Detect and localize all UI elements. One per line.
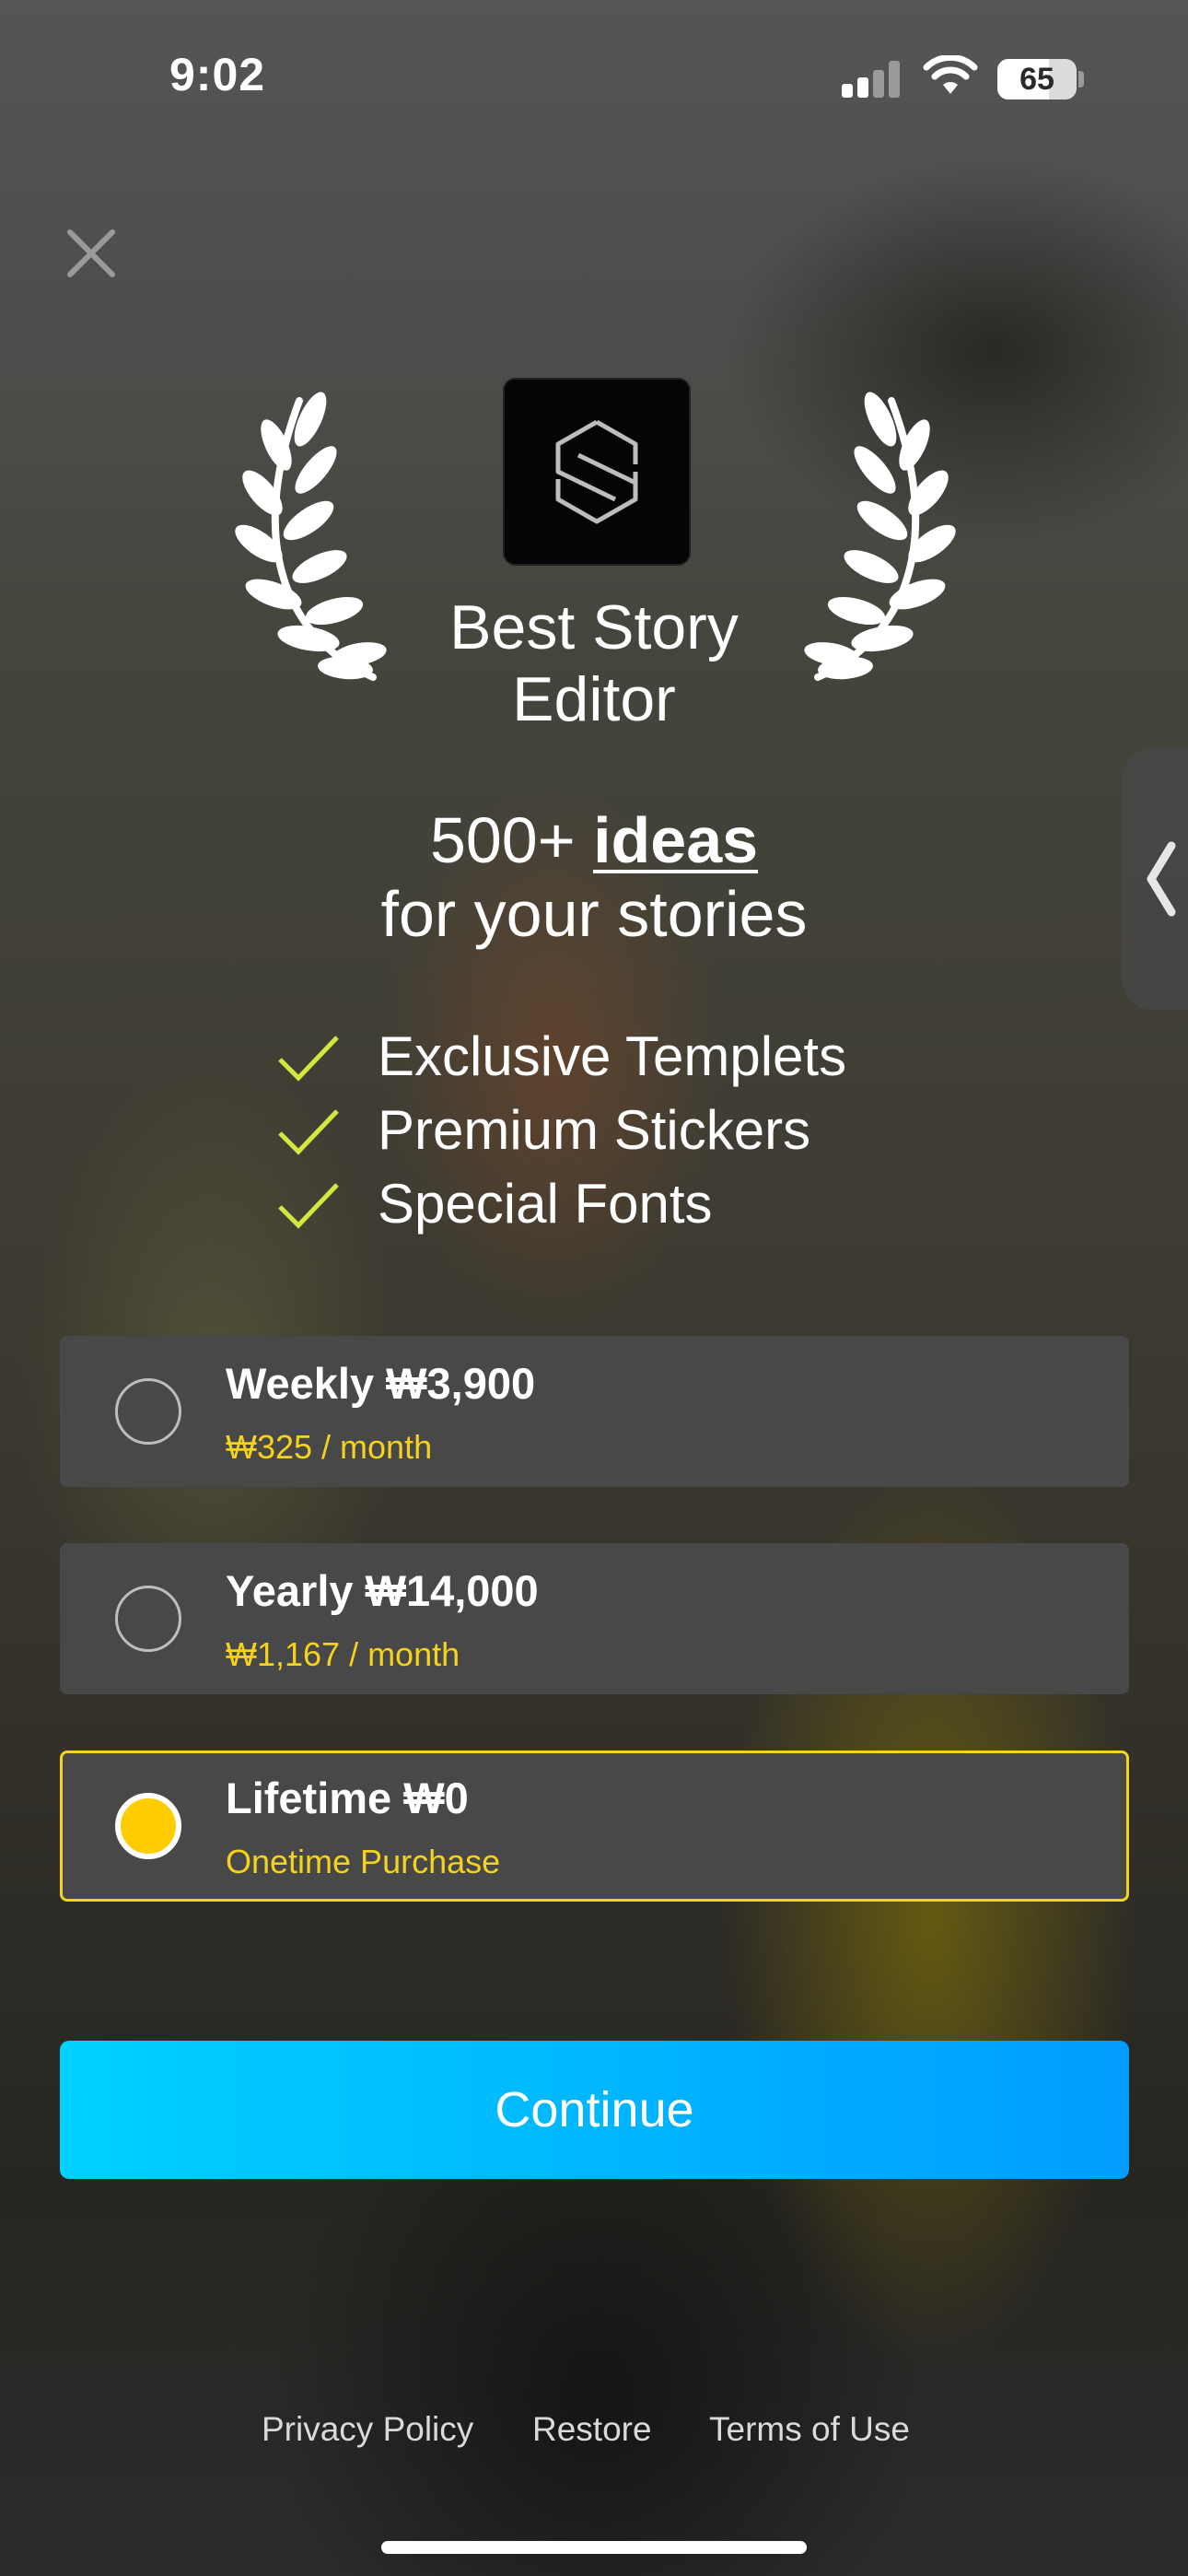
- radio-button[interactable]: [115, 1378, 181, 1445]
- plan-option-weekly[interactable]: Weekly ₩3,900 ₩325 / month: [60, 1336, 1129, 1487]
- close-icon[interactable]: [59, 221, 123, 286]
- feature-label: Exclusive Templets: [378, 1025, 847, 1087]
- app-logo: [503, 378, 691, 566]
- headline-suffix: for your stories: [380, 878, 808, 950]
- check-icon: [278, 1036, 339, 1082]
- app-logo-mark: [555, 419, 638, 524]
- plan-option-lifetime[interactable]: Lifetime ₩0 Onetime Purchase: [60, 1751, 1129, 1902]
- side-drawer-tab[interactable]: [1122, 748, 1188, 1010]
- terms-of-use-link[interactable]: Terms of Use: [709, 2410, 910, 2449]
- radio-button-selected[interactable]: [115, 1793, 181, 1859]
- plan-title: Lifetime ₩0: [226, 1774, 469, 1822]
- check-icon: [278, 1109, 339, 1155]
- award-title: Best Story Editor: [449, 592, 739, 734]
- cellular-signal-icon: [842, 61, 903, 98]
- continue-button[interactable]: Continue: [60, 2041, 1129, 2179]
- feature-label: Special Fonts: [378, 1173, 713, 1235]
- plan-title: Weekly ₩3,900: [226, 1359, 536, 1408]
- headline: 500+ ideas for your stories: [230, 803, 958, 951]
- restore-link[interactable]: Restore: [532, 2410, 652, 2449]
- headline-prefix: 500+: [429, 804, 594, 876]
- check-icon: [278, 1183, 339, 1229]
- battery-level: 65: [1019, 62, 1054, 97]
- privacy-policy-link[interactable]: Privacy Policy: [262, 2410, 473, 2449]
- radio-button[interactable]: [115, 1586, 181, 1652]
- plan-option-yearly[interactable]: Yearly ₩14,000 ₩1,167 / month: [60, 1543, 1129, 1694]
- battery-tip: [1078, 71, 1084, 88]
- laurel-icon: [804, 392, 956, 681]
- headline-bold: ideas: [593, 804, 759, 876]
- chevron-left-icon: [1147, 841, 1176, 917]
- plan-title: Yearly ₩14,000: [226, 1566, 539, 1615]
- plan-subtitle: ₩1,167 / month: [226, 1635, 460, 1673]
- battery-icon: 65: [997, 59, 1077, 100]
- home-indicator[interactable]: [381, 2541, 807, 2554]
- plan-subtitle: ₩325 / month: [226, 1428, 433, 1466]
- feature-label: Premium Stickers: [378, 1099, 811, 1161]
- status-time: 9:02: [169, 49, 266, 100]
- wifi-icon: [923, 55, 978, 94]
- plan-subtitle: Onetime Purchase: [226, 1843, 501, 1880]
